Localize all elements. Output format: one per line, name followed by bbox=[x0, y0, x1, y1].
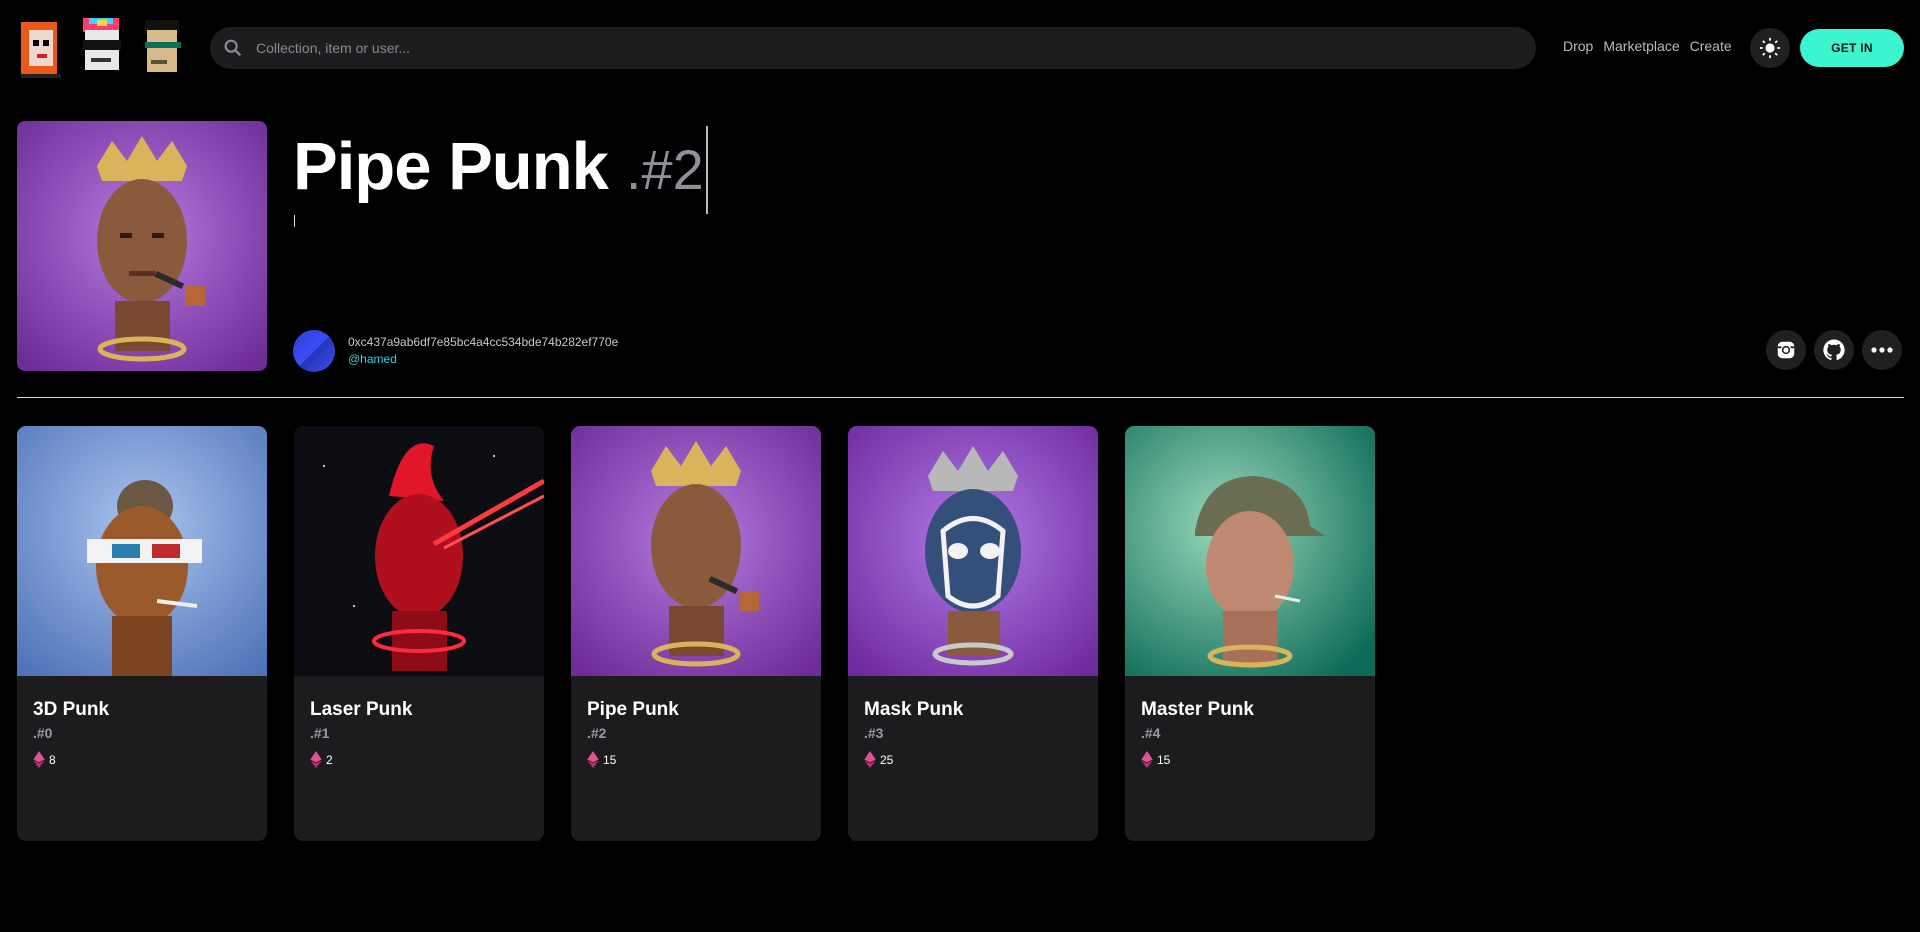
sun-icon bbox=[1759, 37, 1781, 59]
nft-card-image bbox=[1125, 426, 1375, 676]
nft-card-price-value: 2 bbox=[326, 752, 333, 767]
nft-card[interactable]: Pipe Punk .#2 15 bbox=[571, 426, 821, 841]
nft-card-number: .#1 bbox=[310, 725, 330, 741]
pixel-punk-avatars-logo[interactable] bbox=[17, 16, 187, 78]
item-image bbox=[17, 121, 267, 371]
nft-card-title: Pipe Punk bbox=[587, 699, 679, 720]
nft-card-image bbox=[294, 426, 544, 676]
text-cursor bbox=[705, 126, 708, 214]
nft-card-image bbox=[848, 426, 1098, 676]
nft-card-price: 25 bbox=[864, 751, 1098, 768]
nft-card-number: .#2 bbox=[587, 725, 607, 741]
item-title[interactable]: Pipe Punk .#2 bbox=[293, 126, 708, 214]
nft-card-price-value: 8 bbox=[49, 752, 56, 767]
theme-toggle-button[interactable] bbox=[1750, 28, 1790, 68]
search-icon bbox=[224, 39, 242, 57]
more-options-button[interactable] bbox=[1862, 330, 1902, 370]
nft-card-price: 15 bbox=[587, 751, 821, 768]
nft-card-image bbox=[571, 426, 821, 676]
eth-gem-icon bbox=[33, 751, 45, 768]
item-number: .#2 bbox=[625, 138, 704, 201]
section-divider bbox=[17, 397, 1904, 398]
nft-card[interactable]: Master Punk .#4 15 bbox=[1125, 426, 1375, 841]
nft-card-price: 15 bbox=[1141, 751, 1375, 768]
nav-drop[interactable]: Drop bbox=[1563, 38, 1593, 54]
nft-card-title: Mask Punk bbox=[864, 699, 964, 720]
nft-card-image bbox=[17, 426, 267, 676]
item-name: Pipe Punk bbox=[293, 129, 609, 204]
search-bar[interactable] bbox=[210, 27, 1536, 69]
nft-card-title: Laser Punk bbox=[310, 699, 413, 720]
get-in-button[interactable]: GET IN bbox=[1800, 29, 1904, 67]
owner-address: 0xc437a9ab6df7e85bc4a4cc534bde74b282ef77… bbox=[348, 335, 619, 349]
nft-card-price-value: 15 bbox=[603, 752, 617, 767]
nft-card-price-value: 25 bbox=[880, 752, 894, 767]
nft-card[interactable]: Laser Punk .#1 2 bbox=[294, 426, 544, 841]
owner-avatar[interactable] bbox=[293, 330, 335, 372]
owner-handle[interactable]: @hamed bbox=[348, 352, 397, 366]
nav-create[interactable]: Create bbox=[1690, 38, 1732, 54]
nft-card-number: .#3 bbox=[864, 725, 884, 741]
search-input[interactable] bbox=[256, 40, 1536, 56]
description-editor[interactable] bbox=[294, 215, 295, 227]
nft-card-price: 8 bbox=[33, 751, 267, 768]
nft-card-number: .#4 bbox=[1141, 725, 1161, 741]
nft-card-title: Master Punk bbox=[1141, 699, 1254, 720]
nft-card-price-value: 15 bbox=[1157, 752, 1171, 767]
eth-gem-icon bbox=[587, 751, 599, 768]
top-navbar: Drop Marketplace Create GET IN bbox=[0, 0, 1920, 96]
eth-gem-icon bbox=[1141, 751, 1153, 768]
instagram-button[interactable] bbox=[1766, 330, 1806, 370]
more-icon bbox=[1871, 347, 1893, 353]
main-nav: Drop Marketplace Create bbox=[1563, 38, 1732, 54]
instagram-icon bbox=[1777, 341, 1795, 359]
nft-card-number: .#0 bbox=[33, 725, 53, 741]
github-button[interactable] bbox=[1814, 330, 1854, 370]
github-icon bbox=[1823, 339, 1845, 361]
nft-card-title: 3D Punk bbox=[33, 699, 110, 720]
eth-gem-icon bbox=[310, 751, 322, 768]
nft-card-price: 2 bbox=[310, 751, 544, 768]
nft-card[interactable]: 3D Punk .#0 8 bbox=[17, 426, 267, 841]
eth-gem-icon bbox=[864, 751, 876, 768]
nft-card[interactable]: Mask Punk .#3 25 bbox=[848, 426, 1098, 841]
collection-grid: 3D Punk .#0 8 Laser Punk .#1 2 Pipe Punk… bbox=[17, 426, 1375, 841]
nav-marketplace[interactable]: Marketplace bbox=[1603, 38, 1679, 54]
